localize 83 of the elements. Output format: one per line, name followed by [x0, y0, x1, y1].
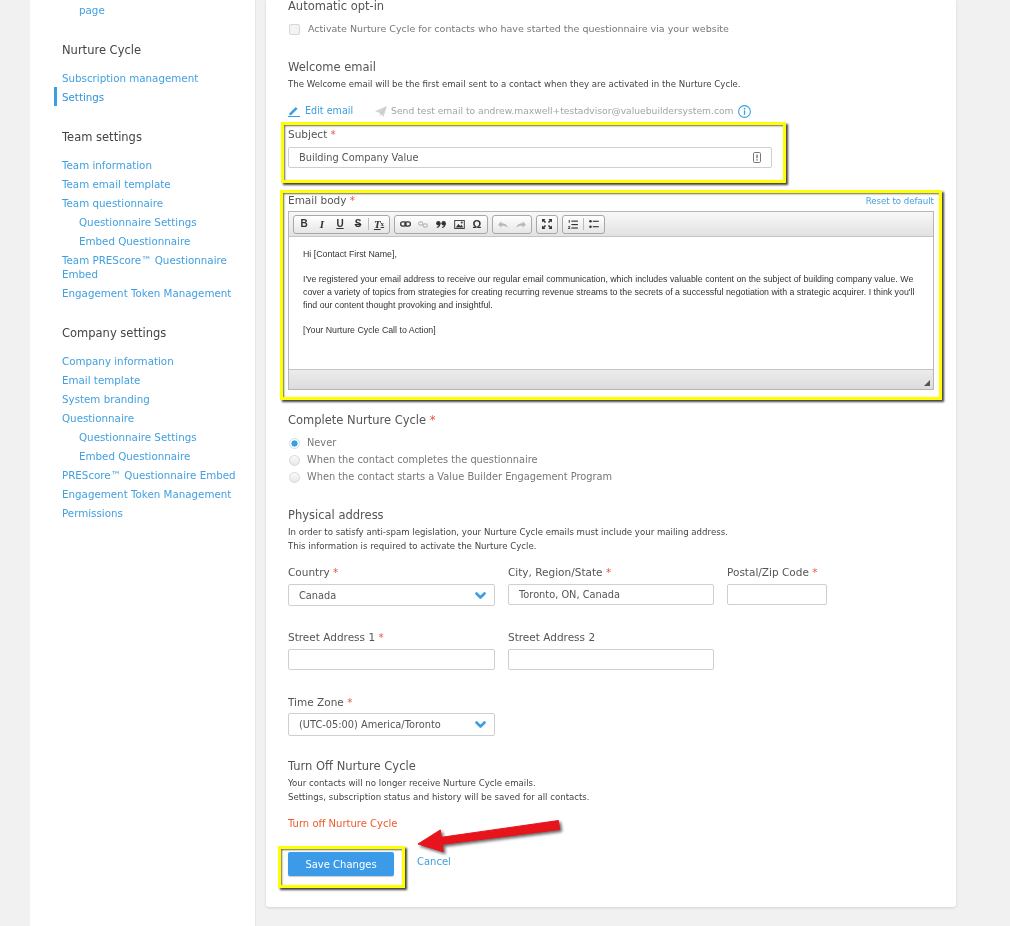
section-heading: Physical address: [288, 508, 385, 522]
checkbox[interactable]: [289, 23, 300, 35]
numbered-list-icon: [568, 219, 578, 229]
save-button[interactable]: Save Changes: [288, 852, 394, 876]
field-label: Country *: [288, 565, 340, 579]
cancel-link[interactable]: Cancel: [417, 855, 451, 869]
sidebar-link[interactable]: Team email template: [54, 174, 245, 193]
sidebar-link[interactable]: Embed Questionnaire: [71, 231, 245, 250]
strikethrough-button[interactable]: S: [349, 216, 367, 232]
field-label: City, Region/State *: [508, 565, 613, 579]
underline-button[interactable]: U: [331, 216, 349, 232]
sidebar-link[interactable]: Questionnaire: [54, 408, 245, 427]
sidebar-link[interactable]: Engagement Token Management: [54, 484, 245, 503]
text-field[interactable]: [288, 649, 495, 670]
section-description: Your contacts will no longer receive Nurture Cycle emails.: [288, 777, 537, 790]
subject-field[interactable]: Building Company Value: [288, 147, 772, 168]
quote-marks-icon: [436, 220, 446, 228]
pencil-icon: [288, 105, 300, 117]
sidebar-link[interactable]: Permissions: [54, 503, 245, 522]
radio-button[interactable]: [289, 471, 300, 483]
sidebar-link[interactable]: Email template: [54, 370, 245, 389]
sidebar-link[interactable]: Team PREScore™ Questionnaire Embed: [54, 250, 245, 283]
broken-chain-icon: [418, 220, 428, 228]
sidebar-link[interactable]: Questionnaire Settings: [71, 427, 245, 446]
sidebar-link[interactable]: Team questionnaire: [54, 193, 245, 212]
sidebar-link[interactable]: Embed Questionnaire: [71, 446, 245, 465]
field-label: Subject *: [288, 127, 337, 141]
sidebar-link[interactable]: Engagement Token Management: [54, 283, 245, 302]
sidebar-link[interactable]: System branding: [54, 389, 245, 408]
bold-button[interactable]: B: [295, 216, 313, 232]
bulleted-list-icon: [589, 220, 599, 228]
radio-button[interactable]: [289, 454, 300, 466]
expand-arrows-icon: [542, 219, 552, 229]
chain-link-icon: [399, 221, 411, 227]
undo-arrow-icon: [498, 220, 508, 228]
chevron-down-icon: [475, 721, 486, 728]
field-label: Postal/Zip Code *: [727, 565, 819, 579]
resize-grip-icon[interactable]: [924, 380, 930, 386]
chevron-down-icon: [475, 591, 486, 599]
radio-label: When the contact completes the questionnaire: [307, 453, 538, 467]
picture-icon: [453, 219, 465, 229]
section-description: This information is required to activate the Nurture Cycle.: [288, 540, 538, 553]
field-label: Email body *: [288, 193, 356, 207]
redo-arrow-icon: [516, 220, 526, 228]
editor-paragraph: I've registered your email address to receive our regular email communication, which includes valuable content on the subject of building company value. We cover a variety of topics from strategies for creating recurring revenue streams to the secrets of a successful negotiation with a strategic acquirer. I think you'll find our content thought provoking and insightful.: [303, 273, 916, 312]
special-character-button[interactable]: Ω: [468, 216, 486, 232]
radio-label: Never: [307, 436, 337, 450]
text-field[interactable]: [727, 584, 827, 605]
sidebar-link[interactable]: Settings: [54, 87, 245, 106]
sidebar-link[interactable]: page: [71, 0, 245, 19]
sidebar-link[interactable]: Company information: [54, 351, 245, 370]
field-label: Street Address 1 *: [288, 630, 385, 644]
section-description: Settings, subscription status and history will be saved for all contacts.: [288, 791, 591, 804]
reset-to-default-link[interactable]: Reset to default: [865, 196, 934, 206]
dropdown-field[interactable]: Canada: [288, 584, 495, 606]
field-label: Complete Nurture Cycle *: [288, 413, 437, 427]
radio-button[interactable]: [289, 437, 300, 449]
turn-off-link[interactable]: Turn off Nurture Cycle: [288, 818, 398, 829]
radio-label: When the contact starts a Value Builder Engagement Program: [307, 470, 613, 484]
section-heading: Welcome email: [288, 60, 377, 74]
paper-plane-icon: [375, 105, 388, 117]
sidebar-heading: Nurture Cycle: [62, 42, 143, 59]
editor-paragraph: Hi [Contact First Name],: [303, 248, 398, 261]
text-field[interactable]: [508, 649, 714, 670]
sidebar-link[interactable]: Questionnaire Settings: [71, 212, 245, 231]
italic-button[interactable]: I: [313, 216, 331, 232]
dropdown-field[interactable]: (UTC-05:00) America/Toronto: [288, 713, 495, 736]
field-label: Street Address 2: [508, 630, 597, 644]
field-label: Time Zone *: [288, 695, 354, 709]
sidebar-link[interactable]: Subscription management: [54, 68, 245, 87]
exclamation-icon: [753, 152, 761, 163]
text-field[interactable]: Toronto, ON, Canada: [508, 584, 714, 605]
section-heading: Turn Off Nurture Cycle: [288, 759, 417, 773]
edit-email-link[interactable]: Edit email: [288, 104, 354, 118]
checkbox-label: Activate Nurture Cycle for contacts who have started the questionnaire via your website: [308, 22, 729, 36]
section-description: In order to satisfy anti-spam legislation, your Nurture Cycle emails must include your mailing address.: [288, 526, 729, 539]
sidebar-heading: Company settings: [62, 325, 168, 342]
sidebar-heading: Team settings: [62, 129, 143, 146]
sidebar-link[interactable]: PREScore™ Questionnaire Embed: [54, 465, 245, 484]
sidebar-link[interactable]: Team information: [54, 155, 245, 174]
editor-paragraph: [Your Nurture Cycle Call to Action]: [303, 324, 437, 337]
section-heading: Automatic opt-in: [288, 0, 386, 12]
section-description: The Welcome email will be the first email sent to a contact when they are activated in the Nurture Cycle.: [288, 78, 742, 91]
